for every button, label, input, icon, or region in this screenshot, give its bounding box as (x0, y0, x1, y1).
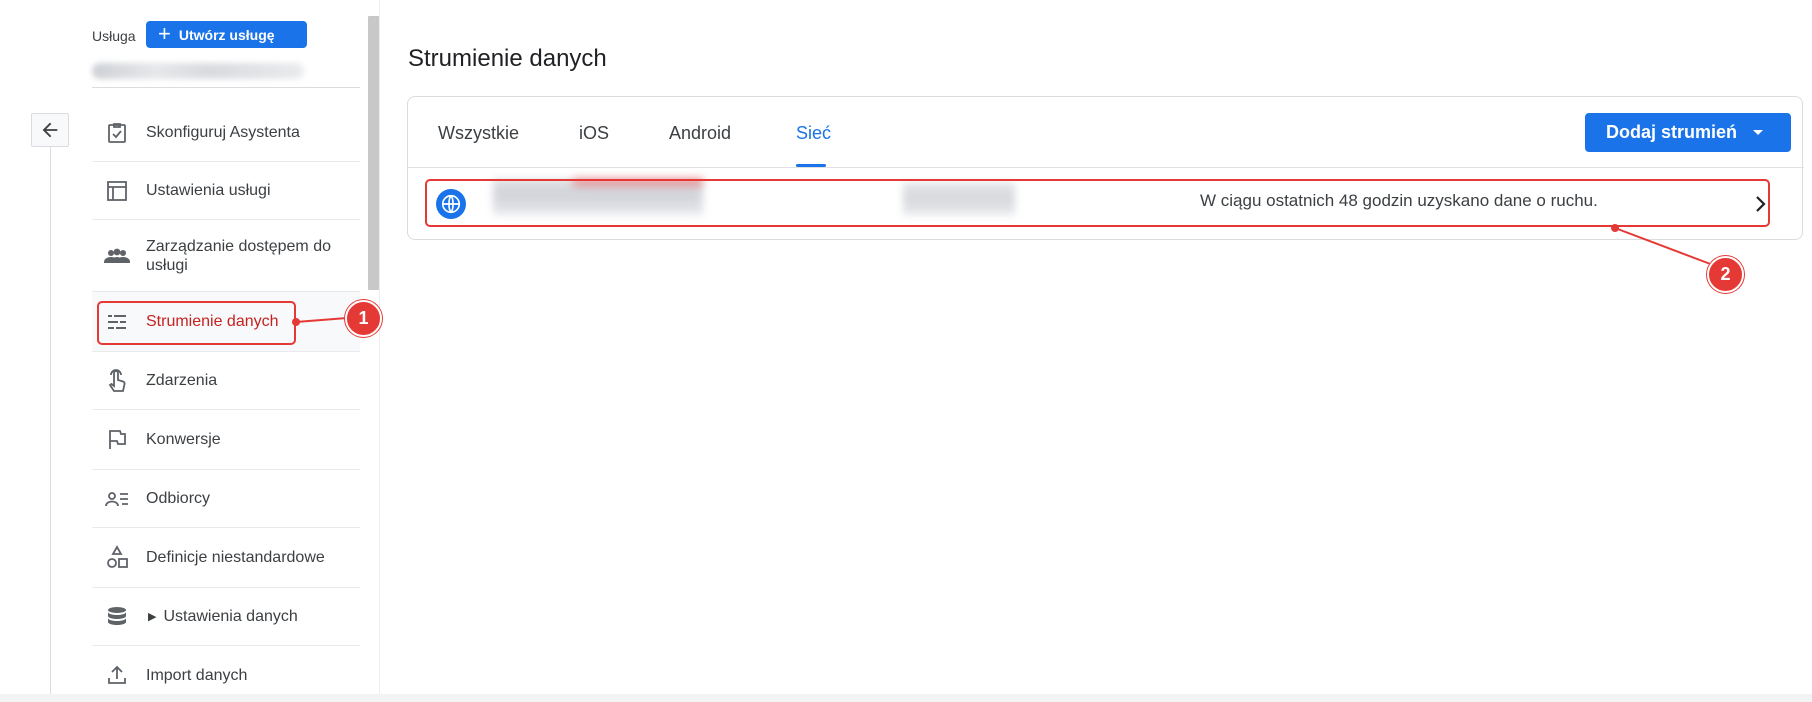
people-icon (100, 241, 134, 271)
database-icon (100, 602, 134, 632)
sidebar: Usługa + Utwórz usługę Skonfiguruj Asyst… (92, 0, 364, 702)
annotation-badge-1: 1 (345, 300, 382, 337)
plus-icon: + (158, 20, 171, 46)
sidebar-item-audiences[interactable]: Odbiorcy (92, 470, 360, 528)
touch-icon (100, 366, 134, 396)
create-property-button[interactable]: + Utwórz usługę (146, 21, 307, 48)
audience-icon (100, 484, 134, 514)
property-label: Usługa (92, 28, 136, 44)
sidebar-item-label: Konwersje (146, 431, 221, 448)
sidebar-scroll-track (379, 0, 380, 702)
sidebar-item-access-management[interactable]: Zarządzanie dostępem do usługi (92, 220, 360, 292)
sidebar-item-label: Ustawienia usługi (146, 182, 271, 199)
sidebar-item-label: Definicje niestandardowe (146, 549, 325, 566)
upload-icon (100, 660, 134, 690)
rail-divider (50, 147, 51, 702)
shapes-icon (100, 543, 134, 573)
bottom-strip (0, 694, 1812, 702)
sidebar-item-data-settings[interactable]: ▶ Ustawienia danych (92, 588, 360, 646)
sidebar-item-custom-definitions[interactable]: Definicje niestandardowe (92, 528, 360, 588)
add-stream-label: Dodaj strumień (1606, 122, 1738, 142)
sidebar-item-label: Skonfiguruj Asystenta (146, 124, 300, 141)
arrow-back-icon (42, 122, 58, 138)
annotation-badge-2: 2 (1707, 256, 1744, 293)
expand-triangle-icon[interactable]: ▶ (148, 610, 156, 623)
tab-android[interactable]: Android (669, 123, 731, 144)
tab-all[interactable]: Wszystkie (438, 123, 519, 144)
add-stream-button[interactable]: Dodaj strumień (1585, 113, 1791, 152)
sidebar-scrollbar[interactable] (368, 16, 379, 290)
layout-icon (100, 176, 134, 206)
stream-tabs: Wszystkie iOS Android Sieć Dodaj strumie… (408, 97, 1804, 168)
sidebar-item-assistant[interactable]: Skonfiguruj Asystenta (92, 104, 360, 162)
active-tab-indicator (796, 164, 826, 167)
sidebar-item-label: Zarządzanie dostępem do usługi (146, 237, 331, 274)
dropdown-caret-icon (1753, 130, 1763, 135)
sidebar-item-label: Odbiorcy (146, 490, 211, 507)
highlight-box-stream-row (425, 179, 1770, 227)
sidebar-item-conversions[interactable]: Konwersje (92, 410, 360, 470)
tab-ios[interactable]: iOS (579, 123, 609, 144)
clipboard-check-icon (100, 118, 134, 148)
page-title: Strumienie danych (408, 45, 607, 72)
sidebar-item-label: Ustawienia danych (163, 608, 298, 625)
highlight-box-streams (97, 301, 296, 345)
sidebar-divider (92, 87, 360, 88)
redacted-property-name (92, 63, 304, 79)
sidebar-item-label: Import danych (146, 666, 248, 684)
tab-web[interactable]: Sieć (796, 123, 831, 144)
sidebar-item-property-settings[interactable]: Ustawienia usługi (92, 162, 360, 220)
sidebar-item-label: Zdarzenia (146, 372, 218, 389)
sidebar-item-events[interactable]: Zdarzenia (92, 352, 360, 410)
flag-icon (100, 425, 134, 455)
back-button[interactable] (31, 113, 69, 147)
create-property-label: Utwórz usługę (178, 26, 275, 43)
